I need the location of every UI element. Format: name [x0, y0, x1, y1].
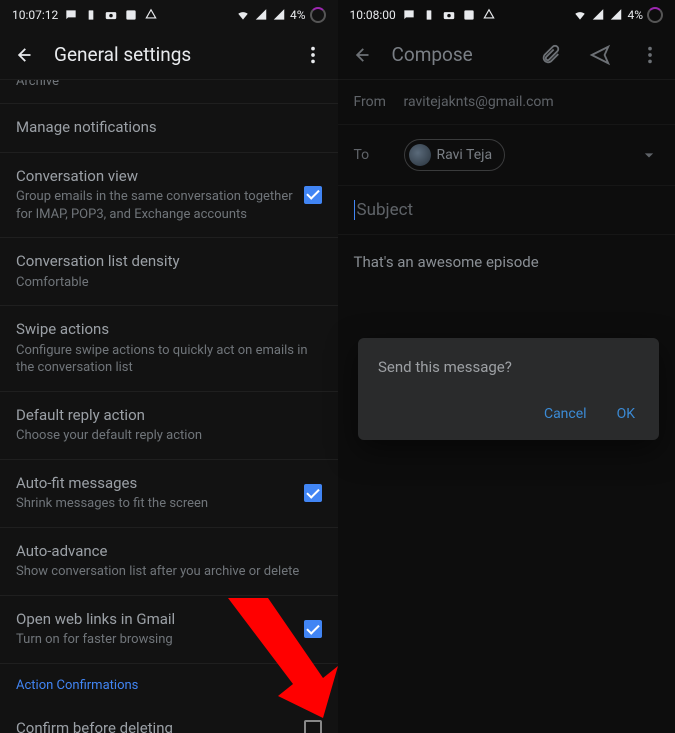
cancel-button[interactable]: Cancel — [540, 400, 591, 428]
compose-app-bar: Compose — [338, 30, 675, 80]
setting-title: Archive — [16, 80, 312, 91]
page-title: Compose — [392, 43, 522, 66]
setting-archive[interactable]: Archive — [0, 80, 338, 104]
notif-camera-icon — [104, 8, 118, 22]
back-icon[interactable] — [14, 44, 36, 66]
from-field[interactable]: From ravitejaknts@gmail.com — [338, 80, 675, 125]
setting-title: Default reply action — [16, 406, 312, 426]
setting-subtitle: Turn on for faster browsing — [16, 631, 294, 649]
setting-subtitle: Comfortable — [16, 274, 312, 292]
setting-open-web-links[interactable]: Open web links in Gmail Turn on for fast… — [0, 596, 338, 664]
setting-title: Conversation list density — [16, 252, 312, 272]
status-bar: 10:07:12 4% — [0, 0, 338, 30]
clock: 10:07:12 — [12, 8, 58, 22]
attach-icon[interactable] — [539, 44, 561, 66]
settings-screen: 10:07:12 4% General settings Archive Man… — [0, 0, 338, 733]
recipient-name: Ravi Teja — [437, 147, 493, 163]
overflow-menu-icon[interactable] — [302, 44, 324, 66]
signal-icon-1 — [591, 8, 605, 22]
notif-drive-icon — [144, 8, 158, 22]
ok-button[interactable]: OK — [613, 400, 639, 428]
subject-input[interactable]: Subject — [338, 186, 675, 235]
body-text: That's an awesome episode — [354, 253, 539, 271]
page-title: General settings — [54, 43, 284, 66]
overflow-menu-icon[interactable] — [639, 44, 661, 66]
notif-battery-icon — [422, 8, 436, 22]
setting-subtitle: Shrink messages to fit the screen — [16, 495, 294, 513]
dialog-title: Send this message? — [378, 358, 639, 376]
to-label: To — [354, 147, 404, 163]
setting-title: Manage notifications — [16, 118, 312, 138]
section-header-action-confirmations: Action Confirmations — [0, 664, 338, 705]
avatar — [409, 144, 431, 166]
setting-autofit[interactable]: Auto-fit messages Shrink messages to fit… — [0, 460, 338, 528]
back-icon[interactable] — [352, 44, 374, 66]
battery-percent: 4% — [627, 8, 643, 22]
notif-image-icon — [124, 8, 138, 22]
signal-icon-1 — [254, 8, 268, 22]
setting-list-density[interactable]: Conversation list density Comfortable — [0, 238, 338, 306]
setting-confirm-delete[interactable]: Confirm before deleting — [0, 705, 338, 733]
checkbox-checked-icon[interactable] — [304, 620, 322, 638]
signal-icon-2 — [609, 8, 623, 22]
setting-subtitle: Choose your default reply action — [16, 427, 312, 445]
signal-icon-2 — [272, 8, 286, 22]
to-field[interactable]: To Ravi Teja — [338, 125, 675, 186]
setting-conversation-view[interactable]: Conversation view Group emails in the sa… — [0, 153, 338, 239]
send-icon[interactable] — [589, 44, 611, 66]
subject-placeholder: Subject — [354, 200, 414, 220]
notif-camera-icon — [442, 8, 456, 22]
checkbox-checked-icon[interactable] — [304, 484, 322, 502]
setting-title: Auto-advance — [16, 542, 312, 562]
from-label: From — [354, 94, 404, 110]
setting-title: Conversation view — [16, 167, 294, 187]
recipient-chip[interactable]: Ravi Teja — [404, 139, 506, 171]
setting-default-reply[interactable]: Default reply action Choose your default… — [0, 392, 338, 460]
setting-subtitle: Show conversation list after you archive… — [16, 563, 312, 581]
setting-title: Swipe actions — [16, 320, 312, 340]
loading-spinner-icon — [647, 7, 663, 23]
settings-list[interactable]: Archive Manage notifications Conversatio… — [0, 80, 338, 733]
setting-title: Open web links in Gmail — [16, 610, 294, 630]
wifi-icon — [236, 8, 250, 22]
setting-swipe-actions[interactable]: Swipe actions Configure swipe actions to… — [0, 306, 338, 392]
wifi-icon — [573, 8, 587, 22]
setting-title: Confirm before deleting — [16, 719, 294, 733]
checkbox-checked-icon[interactable] — [304, 186, 322, 204]
checkbox-unchecked-icon[interactable] — [304, 720, 322, 733]
setting-auto-advance[interactable]: Auto-advance Show conversation list afte… — [0, 528, 338, 596]
setting-title: Auto-fit messages — [16, 474, 294, 494]
setting-subtitle: Configure swipe actions to quickly act o… — [16, 342, 312, 377]
notif-message-icon — [402, 8, 416, 22]
app-bar: General settings — [0, 30, 338, 80]
body-input[interactable]: That's an awesome episode — [338, 235, 675, 289]
from-value: ravitejaknts@gmail.com — [404, 94, 660, 110]
notif-battery-icon — [84, 8, 98, 22]
setting-subtitle: Group emails in the same conversation to… — [16, 188, 294, 223]
notif-image-icon — [462, 8, 476, 22]
chevron-down-icon[interactable] — [639, 145, 659, 165]
notif-message-icon — [64, 8, 78, 22]
battery-percent: 4% — [290, 8, 306, 22]
clock: 10:08:00 — [350, 8, 396, 22]
confirm-send-dialog: Send this message? Cancel OK — [358, 338, 659, 440]
notif-drive-icon — [482, 8, 496, 22]
setting-manage-notifications[interactable]: Manage notifications — [0, 104, 338, 153]
loading-spinner-icon — [310, 7, 326, 23]
status-bar: 10:08:00 4% — [338, 0, 675, 30]
